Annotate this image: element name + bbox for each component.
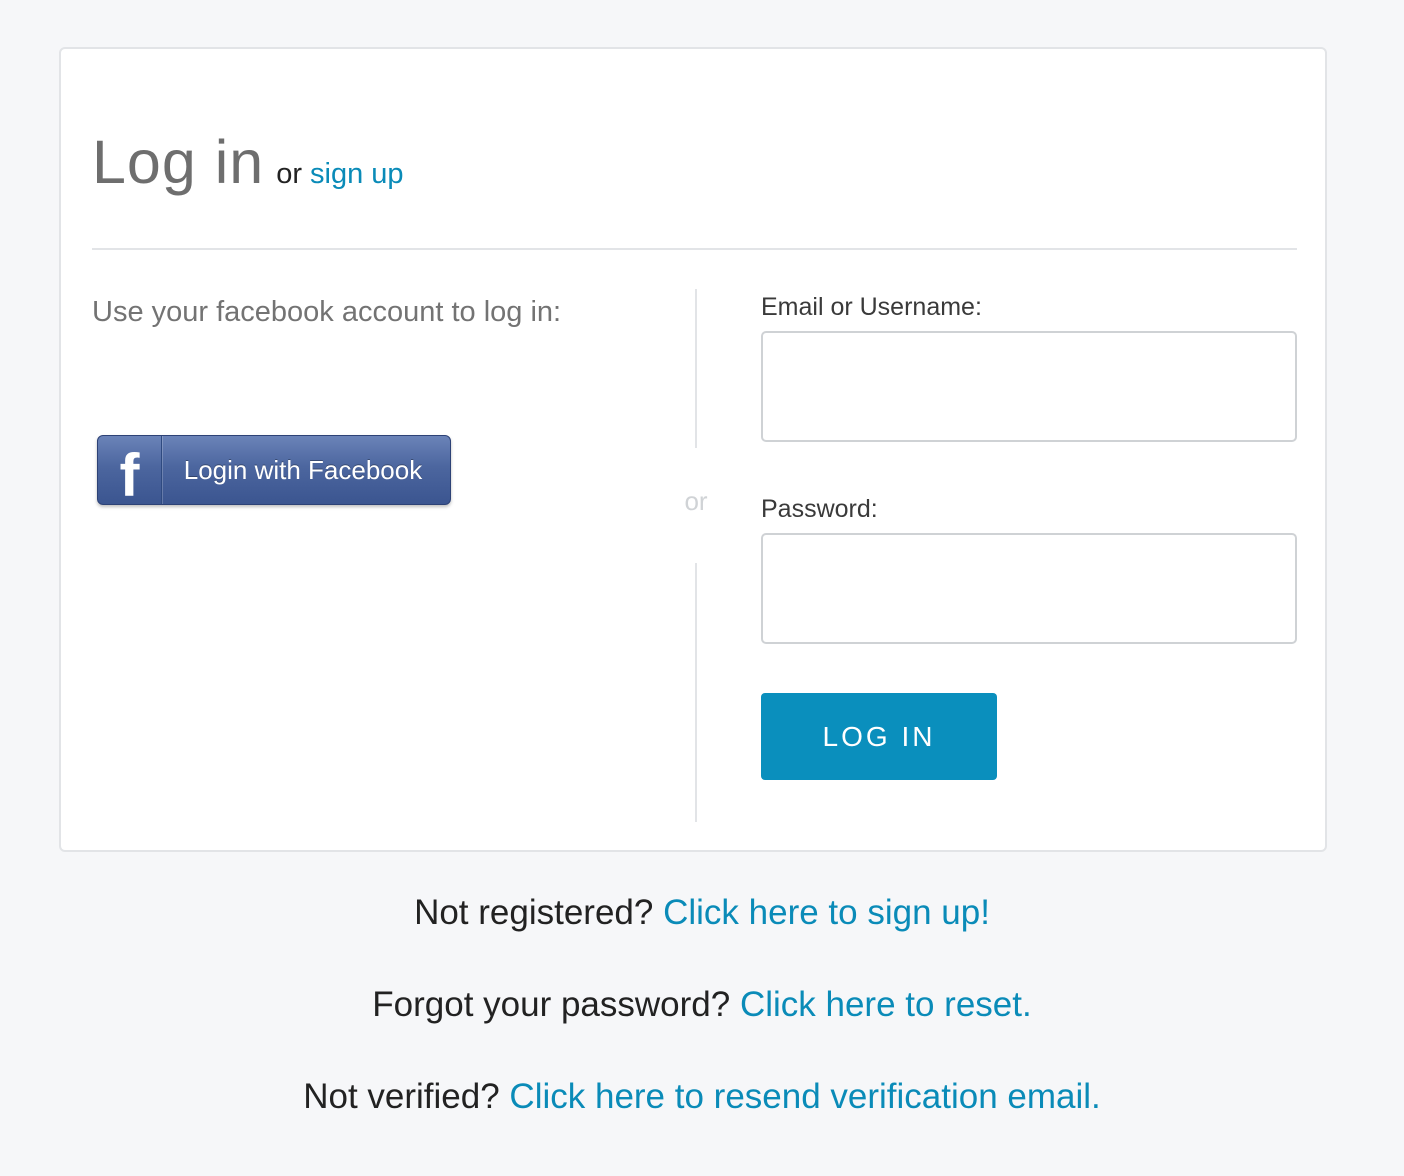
footer-signup-text: Not registered? xyxy=(414,893,664,932)
footer-verify-line: Not verified? Click here to resend verif… xyxy=(0,1077,1404,1117)
footer-signup-link[interactable]: Click here to sign up! xyxy=(663,893,990,932)
sign-up-link[interactable]: sign up xyxy=(310,158,404,191)
facebook-icon: f xyxy=(98,436,162,509)
password-field[interactable] xyxy=(761,533,1297,644)
login-card: Log in or sign up Use your facebook acco… xyxy=(59,47,1327,852)
vertical-divider-top xyxy=(695,289,697,448)
footer-verify-link[interactable]: Click here to resend verification email. xyxy=(509,1077,1100,1116)
header-divider xyxy=(92,248,1297,250)
footer-reset-link[interactable]: Click here to reset. xyxy=(740,985,1032,1024)
footer-verify-text: Not verified? xyxy=(303,1077,510,1116)
divider-or-text: or xyxy=(684,486,708,516)
vertical-divider-bottom xyxy=(695,563,697,822)
page-title: Log in xyxy=(92,128,265,196)
password-label: Password: xyxy=(761,495,878,523)
facebook-icon-glyph: f xyxy=(119,442,140,509)
footer-reset-line: Forgot your password? Click here to rese… xyxy=(0,985,1404,1025)
title-row: Log in or sign up xyxy=(92,127,404,197)
title-or-text: or xyxy=(276,158,302,190)
email-field[interactable] xyxy=(761,331,1297,442)
login-with-facebook-button[interactable]: f Login with Facebook xyxy=(97,435,451,509)
log-in-button[interactable]: LOG IN xyxy=(761,693,997,780)
footer-reset-text: Forgot your password? xyxy=(372,985,740,1024)
email-label: Email or Username: xyxy=(761,293,982,321)
facebook-button-label: Login with Facebook xyxy=(183,454,423,485)
footer-signup-line: Not registered? Click here to sign up! xyxy=(0,893,1404,933)
facebook-prompt: Use your facebook account to log in: xyxy=(92,296,562,328)
